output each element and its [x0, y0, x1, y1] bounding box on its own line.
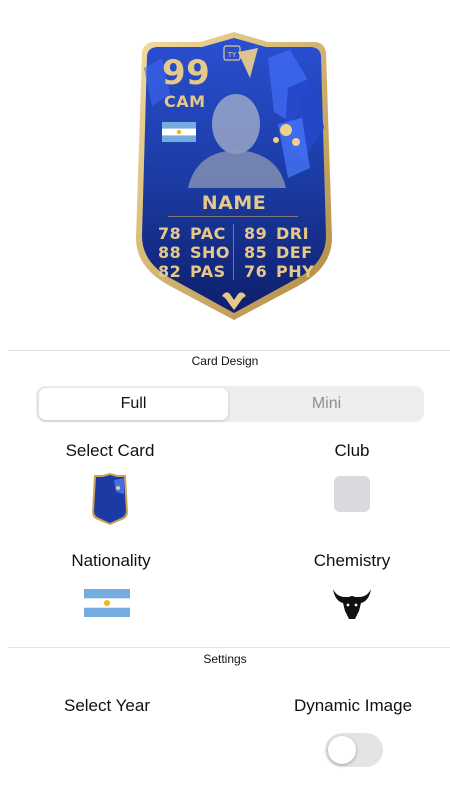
stat-value: 78 — [158, 224, 182, 243]
dynamic-image-toggle[interactable] — [325, 733, 383, 767]
stat-label: DEF — [276, 243, 313, 262]
card-divider — [168, 216, 298, 217]
argentina-flag-icon[interactable] — [84, 589, 130, 617]
select-card-label: Select Card — [65, 441, 155, 460]
stat-value: 82 — [158, 262, 182, 281]
select-year-label[interactable]: Select Year — [36, 696, 178, 716]
select-card-thumbnail[interactable] — [90, 472, 130, 526]
toggle-knob — [328, 736, 356, 764]
tab-mini[interactable]: Mini — [232, 388, 421, 420]
card-design-heading: Card Design — [191, 354, 259, 368]
dynamic-image-label: Dynamic Image — [293, 696, 413, 715]
stat-value: 89 — [244, 224, 268, 243]
svg-text:TY: TY — [227, 51, 237, 59]
stat-value: 76 — [244, 262, 268, 281]
stat-value: 85 — [244, 243, 268, 262]
stat-label: SHO — [190, 243, 231, 262]
chemistry-label: Chemistry — [313, 551, 391, 570]
card-rating: 99 — [162, 53, 211, 93]
tab-full[interactable]: Full — [39, 388, 228, 420]
section-divider — [8, 647, 450, 648]
club-label: Club — [334, 441, 370, 460]
player-card[interactable]: TY 99 CAM NAME 78 PAC 88 SHO 82 PAS 89 D… — [118, 28, 350, 328]
card-background: TY — [136, 32, 332, 320]
nationality-label: Nationality — [71, 551, 151, 570]
stat-value: 88 — [158, 243, 182, 262]
stat-label: PAC — [190, 224, 226, 243]
stat-label: DRI — [276, 224, 310, 243]
bull-head-icon[interactable] — [331, 585, 373, 621]
section-divider — [8, 350, 450, 351]
argentina-flag-icon — [162, 122, 196, 142]
club-selector[interactable] — [334, 476, 370, 512]
card-player-name: NAME — [201, 192, 267, 214]
stat-label: PHY — [276, 262, 315, 281]
card-design-segmented-control: Full Mini — [36, 386, 424, 422]
settings-heading: Settings — [203, 652, 247, 666]
card-divider-vertical — [233, 224, 234, 280]
stat-label: PAS — [190, 262, 226, 281]
card-position: CAM — [164, 92, 206, 111]
